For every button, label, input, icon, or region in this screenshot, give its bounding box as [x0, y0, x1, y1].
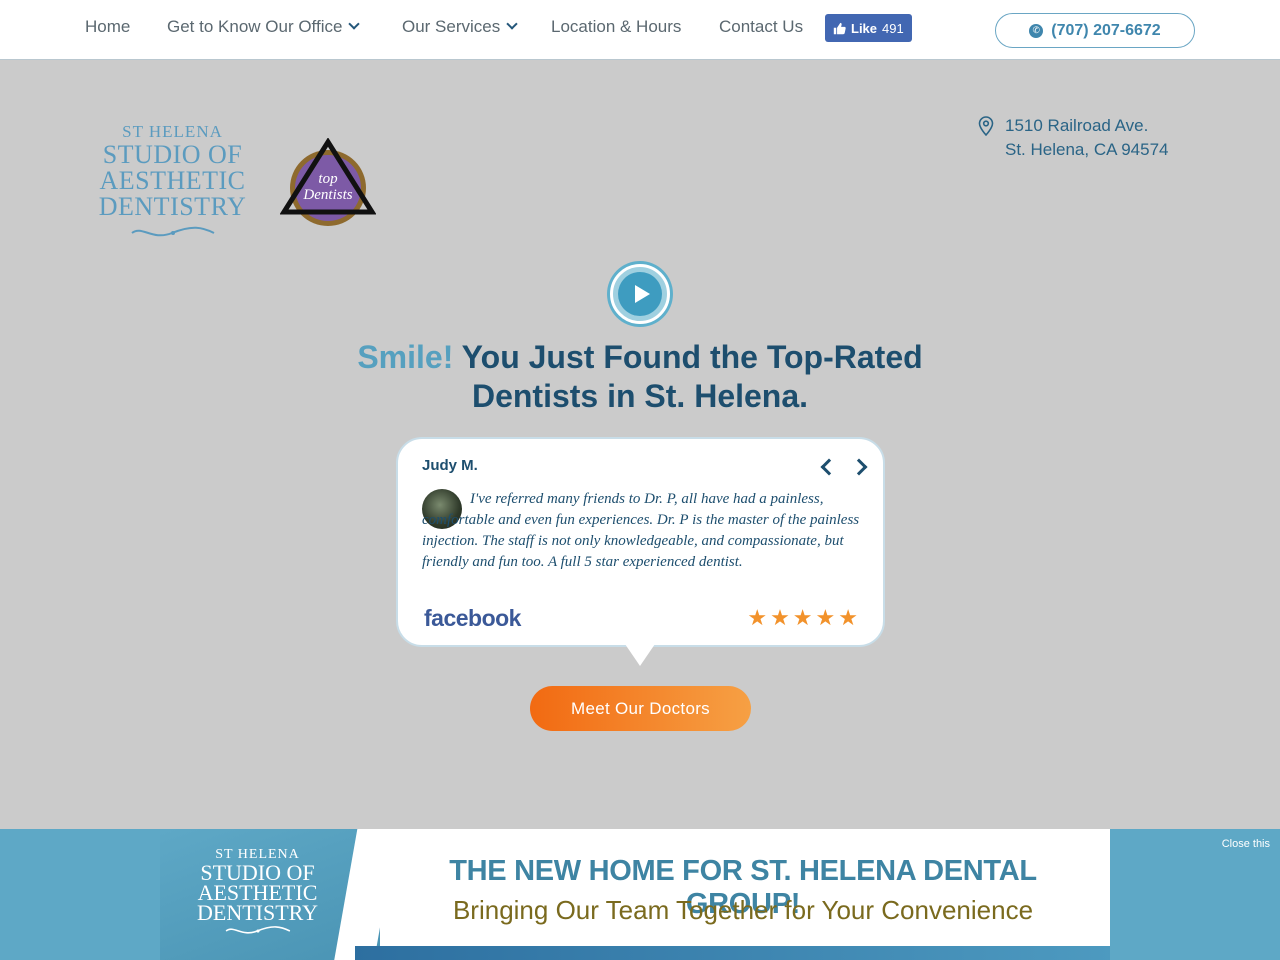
flourish-ornament-icon [180, 925, 335, 942]
nav-our-services[interactable]: Our Services [402, 17, 518, 37]
review-carousel-controls [820, 457, 868, 476]
top-dentists-badge: top Dentists [280, 138, 376, 230]
headline-accent: Smile! [357, 339, 454, 375]
headline-line-1: You Just Found the Top-Rated [461, 339, 923, 375]
star-icon: ★ [815, 605, 839, 630]
logo-line-2: STUDIO OF [102, 140, 243, 169]
hero-headline: Smile! You Just Found the Top-Rated Dent… [0, 338, 1280, 416]
address-line-2: St. Helena, CA 94574 [1005, 140, 1169, 159]
review-card: Judy M. I've referred many friends to Dr… [396, 437, 885, 647]
banner-subtitle: Bringing Our Team Together for Your Conv… [452, 895, 1034, 925]
close-banner-link[interactable]: Close this [1222, 838, 1270, 850]
site-logo[interactable]: ST HELENA STUDIO OF AESTHETIC DENTISTRY [95, 122, 250, 245]
banner-bottom-strip [355, 946, 1110, 960]
review-text: I've referred many friends to Dr. P, all… [422, 491, 860, 570]
nav-contact-label: Contact Us [719, 17, 804, 36]
thumbs-up-icon [833, 22, 846, 34]
address-line-1: 1510 Railroad Ave. [1005, 116, 1149, 135]
chevron-right-icon[interactable] [850, 458, 868, 476]
nav-home-label: Home [85, 17, 131, 36]
like-count: 491 [882, 20, 904, 36]
badge-text: top Dentists [280, 171, 376, 203]
star-rating: ★★★★★ [747, 605, 861, 631]
headline-line-2: Dentists in St. Helena. [471, 378, 809, 414]
meet-our-doctors-button[interactable]: Meet Our Doctors [530, 686, 751, 731]
badge-line-1: top [318, 171, 338, 187]
logo-line-4: DENTISTRY [98, 192, 247, 221]
top-navigation: Home Get to Know Our Office Our Services… [0, 0, 1280, 60]
play-icon [618, 272, 662, 316]
cta-label: Meet Our Doctors [571, 698, 710, 718]
play-video-button[interactable] [610, 264, 670, 324]
facebook-logo: facebook [424, 605, 521, 631]
star-icon: ★ [770, 605, 793, 630]
nav-get-to-know-office[interactable]: Get to Know Our Office [167, 17, 361, 37]
banner-panel[interactable]: ST HELENA STUDIO OF AESTHETIC DENTISTRY … [160, 829, 1110, 960]
badge-line-2: Dentists [303, 187, 353, 203]
banner-logo-line-4: DENTISTRY [197, 900, 318, 925]
phone-button[interactable]: ✆ (707) 207-6672 [995, 13, 1195, 48]
announcement-banner: ST HELENA STUDIO OF AESTHETIC DENTISTRY … [0, 829, 1280, 960]
star-icon: ★ [792, 605, 816, 630]
map-pin-icon [978, 116, 994, 136]
address-block[interactable]: 1510 Railroad Ave. St. Helena, CA 94574 [978, 114, 1169, 162]
facebook-like-button[interactable]: Like 491 [825, 14, 912, 42]
chevron-down-icon [348, 18, 361, 30]
banner-logo: ST HELENA STUDIO OF AESTHETIC DENTISTRY [180, 847, 335, 942]
phone-icon: ✆ [1029, 23, 1044, 38]
logo-line-1: ST HELENA [122, 122, 223, 141]
review-card-tail [625, 644, 655, 666]
star-icon: ★ [838, 605, 861, 630]
chevron-down-icon [506, 18, 518, 30]
nav-location-hours[interactable]: Location & Hours [551, 17, 681, 37]
nav-contact-us[interactable]: Contact Us [719, 17, 803, 37]
logo-line-3: AESTHETIC [99, 166, 246, 195]
nav-location-label: Location & Hours [551, 17, 682, 36]
nav-services-label: Our Services [402, 17, 501, 36]
like-label: Like [851, 20, 878, 36]
reviewer-name: Judy M. [422, 457, 478, 474]
chevron-left-icon[interactable] [820, 458, 838, 476]
flourish-ornament-icon [95, 224, 250, 245]
phone-number: (707) 207-6672 [1051, 21, 1161, 39]
star-icon: ★ [747, 605, 771, 630]
nav-home[interactable]: Home [85, 17, 130, 37]
nav-office-label: Get to Know Our Office [167, 17, 343, 36]
